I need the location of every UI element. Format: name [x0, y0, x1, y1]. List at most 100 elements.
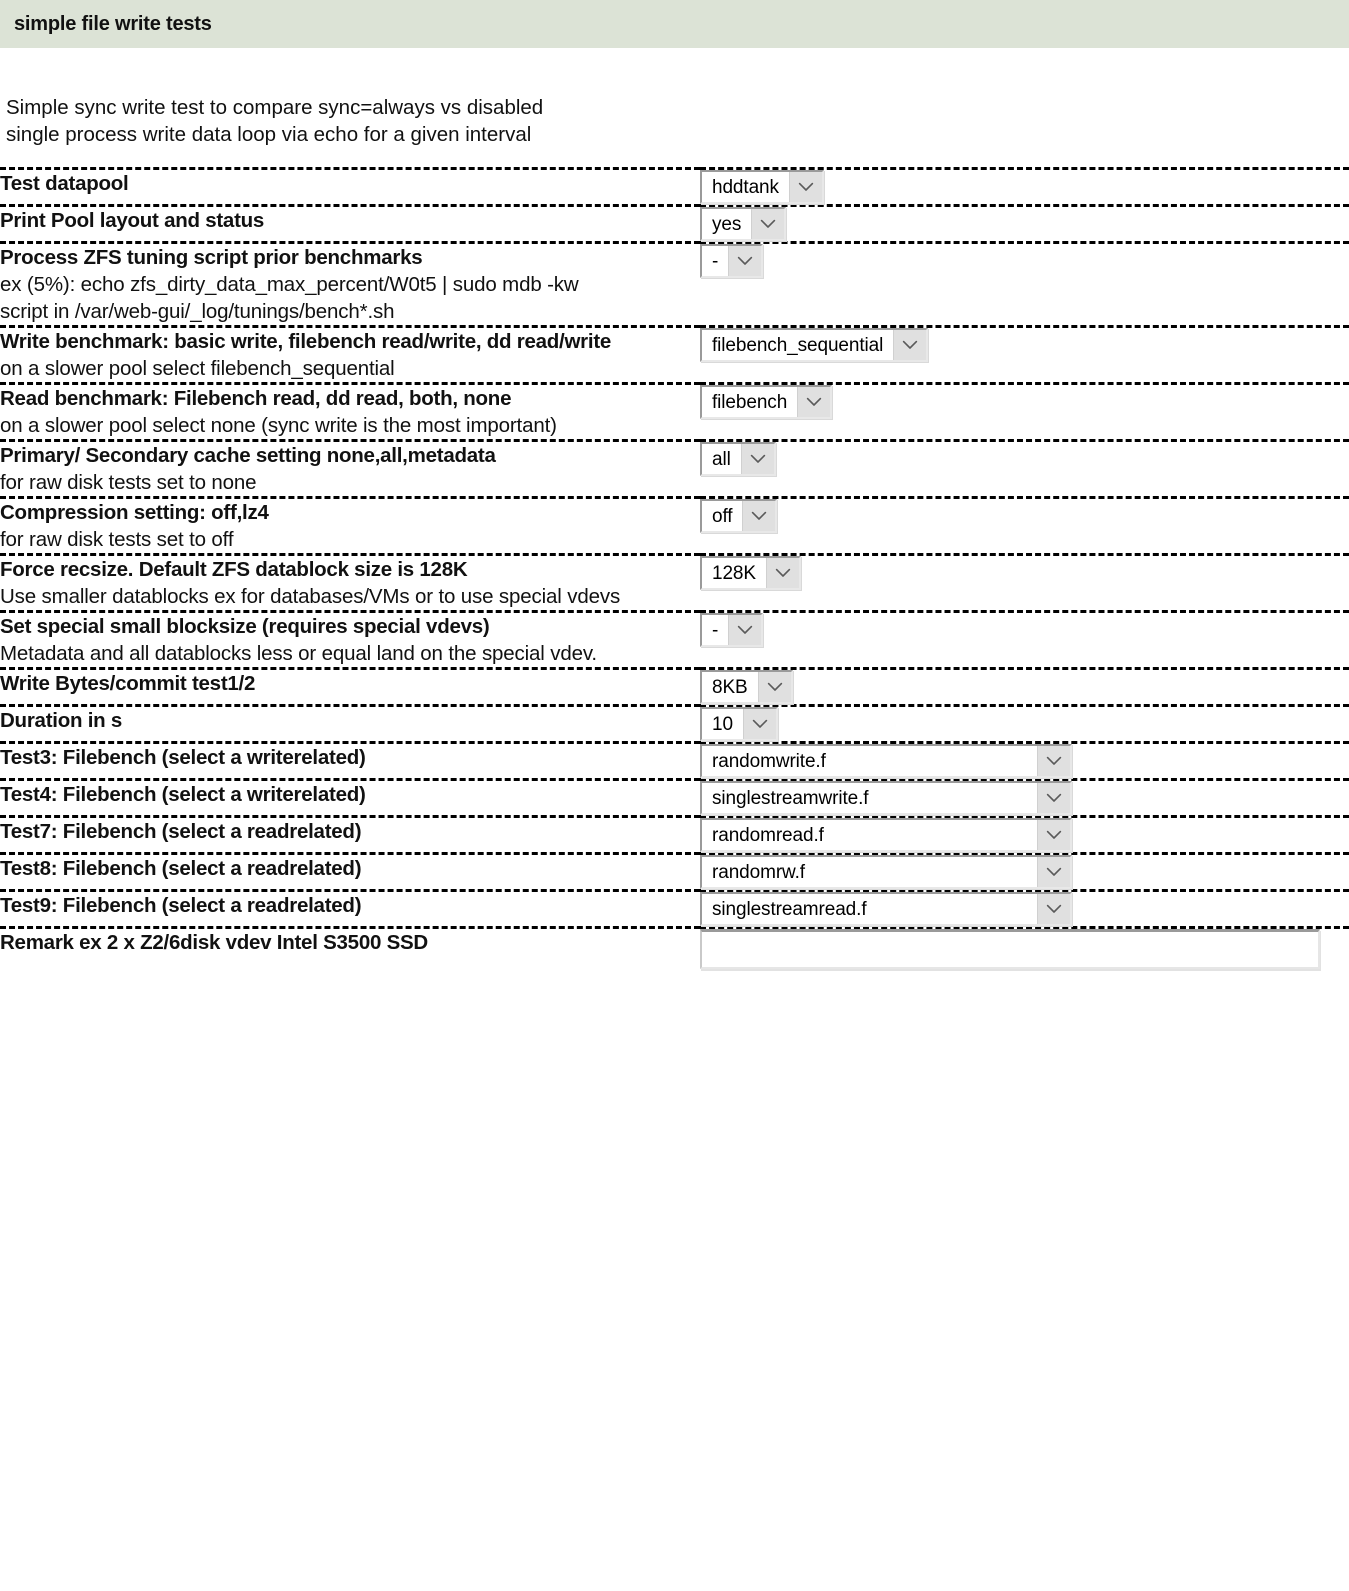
page-header: simple file write tests — [0, 0, 1349, 48]
select-value-test8-filebench: randomrw.f — [702, 857, 1037, 887]
form-row: Test3: Filebench (select a writerelated)… — [0, 741, 1349, 780]
chevron-down-icon[interactable] — [893, 330, 927, 360]
chevron-down-icon[interactable] — [757, 672, 791, 702]
row-label: Test4: Filebench (select a writerelated) — [0, 783, 366, 806]
chevron-down-icon[interactable] — [797, 387, 831, 417]
field-cell-print-pool-layout-and-status: yes — [700, 204, 1349, 243]
row-label: Duration in s — [0, 709, 123, 732]
row-label: Test9: Filebench (select a readrelated) — [0, 894, 362, 917]
row-label: Test8: Filebench (select a readrelated) — [0, 857, 362, 880]
select-value-test7-filebench: randomread.f — [702, 820, 1037, 850]
select-write-bytes-commit[interactable]: 8KB — [700, 670, 793, 704]
row-label: Primary/ Secondary cache setting none,al… — [0, 444, 496, 467]
intro-description: Simple sync write test to compare sync=a… — [0, 48, 1349, 148]
label-cell-special-small-blocksize: Set special small blocksize (requires sp… — [0, 610, 700, 669]
field-cell-process-zfs-tuning-script: - — [700, 241, 1349, 327]
select-read-benchmark[interactable]: filebench — [700, 385, 833, 419]
select-write-benchmark[interactable]: filebench_sequential — [700, 328, 929, 362]
select-test9-filebench[interactable]: singlestreamread.f — [700, 892, 1072, 926]
row-label: Test7: Filebench (select a readrelated) — [0, 820, 362, 843]
chevron-down-icon[interactable] — [742, 501, 776, 531]
select-test3-filebench[interactable]: randomwrite.f — [700, 744, 1072, 778]
select-force-recsize[interactable]: 128K — [700, 556, 801, 590]
field-cell-duration-in-s: 10 — [700, 704, 1349, 743]
label-cell-process-zfs-tuning-script: Process ZFS tuning script prior benchmar… — [0, 241, 700, 327]
field-cell-remark — [700, 926, 1349, 969]
field-cell-test-datapool: hddtank — [700, 167, 1349, 206]
label-cell-remark: Remark ex 2 x Z2/6disk vdev Intel S3500 … — [0, 926, 700, 969]
settings-form-body: Test datapool hddtank Print Pool layout an… — [0, 167, 1349, 969]
select-compression-setting[interactable]: off — [700, 499, 778, 533]
select-print-pool-layout-and-status[interactable]: yes — [700, 207, 787, 241]
chevron-down-icon[interactable] — [751, 209, 785, 239]
row-label: Write benchmark: basic write, filebench … — [0, 330, 612, 353]
form-row: Write benchmark: basic write, filebench … — [0, 325, 1349, 384]
select-value-primary-secondary-cache-setting: all — [702, 444, 741, 474]
select-value-test3-filebench: randomwrite.f — [702, 746, 1037, 776]
select-test4-filebench[interactable]: singlestreamwrite.f — [700, 781, 1072, 815]
label-cell-test8-filebench: Test8: Filebench (select a readrelated) — [0, 852, 700, 891]
row-label: Test datapool — [0, 172, 129, 195]
select-value-write-bytes-commit: 8KB — [702, 672, 758, 702]
chevron-down-icon[interactable] — [765, 558, 799, 588]
form-row: Duration in s 10 — [0, 704, 1349, 743]
page-title: simple file write tests — [14, 12, 212, 35]
chevron-down-icon[interactable] — [728, 615, 762, 645]
label-cell-read-benchmark: Read benchmark: Filebench read, dd read,… — [0, 382, 700, 441]
select-value-test4-filebench: singlestreamwrite.f — [702, 783, 1037, 813]
row-sublabel: on a slower pool select filebench_sequen… — [0, 357, 395, 380]
form-row: Test7: Filebench (select a readrelated) r… — [0, 815, 1349, 854]
select-value-test-datapool: hddtank — [702, 172, 789, 202]
field-cell-test9-filebench: singlestreamread.f — [700, 889, 1349, 928]
intro-line-1: Simple sync write test to compare sync=a… — [6, 96, 544, 119]
chevron-down-icon[interactable] — [788, 172, 822, 202]
form-row: Compression setting: off,lz4 for raw disk… — [0, 496, 1349, 555]
row-sublabel: ex (5%): echo zfs_dirty_data_max_percent… — [0, 273, 579, 323]
select-test-datapool[interactable]: hddtank — [700, 170, 824, 204]
form-row: Process ZFS tuning script prior benchmar… — [0, 241, 1349, 327]
row-label: Set special small blocksize (requires sp… — [0, 615, 490, 638]
form-row: Read benchmark: Filebench read, dd read,… — [0, 382, 1349, 441]
select-primary-secondary-cache-setting[interactable]: all — [700, 442, 776, 476]
row-sublabel: on a slower pool select none (sync write… — [0, 414, 557, 437]
select-test7-filebench[interactable]: randomread.f — [700, 818, 1072, 852]
select-duration-in-s[interactable]: 10 — [700, 707, 778, 741]
form-row: Test4: Filebench (select a writerelated)… — [0, 778, 1349, 817]
row-sublabel: for raw disk tests set to none — [0, 471, 257, 494]
label-cell-test7-filebench: Test7: Filebench (select a readrelated) — [0, 815, 700, 854]
form-row: Print Pool layout and status yes — [0, 204, 1349, 243]
field-cell-force-recsize: 128K — [700, 553, 1349, 612]
field-cell-write-benchmark: filebench_sequential — [700, 325, 1349, 384]
form-row: Test8: Filebench (select a readrelated) r… — [0, 852, 1349, 891]
row-sublabel: for raw disk tests set to off — [0, 528, 234, 551]
select-special-small-blocksize[interactable]: - — [700, 613, 764, 647]
chevron-down-icon[interactable] — [728, 246, 762, 276]
label-cell-test4-filebench: Test4: Filebench (select a writerelated) — [0, 778, 700, 817]
field-cell-compression-setting: off — [700, 496, 1349, 555]
chevron-down-icon[interactable] — [1037, 783, 1070, 813]
label-cell-primary-secondary-cache-setting: Primary/ Secondary cache setting none,al… — [0, 439, 700, 498]
select-value-special-small-blocksize: - — [702, 615, 729, 645]
form-row: Write Bytes/commit test1/2 8KB — [0, 667, 1349, 706]
form-row: Test9: Filebench (select a readrelated) s… — [0, 889, 1349, 928]
row-label: Force recsize. Default ZFS datablock siz… — [0, 558, 468, 581]
text-input-remark[interactable] — [700, 929, 1320, 969]
intro-line-2: single process write data loop via echo … — [6, 123, 532, 146]
select-value-compression-setting: off — [702, 501, 743, 531]
select-test8-filebench[interactable]: randomrw.f — [700, 855, 1072, 889]
label-cell-compression-setting: Compression setting: off,lz4 for raw disk… — [0, 496, 700, 555]
label-cell-test3-filebench: Test3: Filebench (select a writerelated) — [0, 741, 700, 780]
chevron-down-icon[interactable] — [1037, 894, 1070, 924]
select-value-read-benchmark: filebench — [702, 387, 798, 417]
label-cell-test9-filebench: Test9: Filebench (select a readrelated) — [0, 889, 700, 928]
select-process-zfs-tuning-script[interactable]: - — [700, 244, 764, 278]
chevron-down-icon[interactable] — [1037, 857, 1070, 887]
select-value-duration-in-s: 10 — [702, 709, 743, 739]
chevron-down-icon[interactable] — [1037, 820, 1070, 850]
row-label: Print Pool layout and status — [0, 209, 265, 232]
form-row: Remark ex 2 x Z2/6disk vdev Intel S3500 … — [0, 926, 1349, 969]
chevron-down-icon[interactable] — [1037, 746, 1070, 776]
chevron-down-icon[interactable] — [742, 709, 776, 739]
chevron-down-icon[interactable] — [740, 444, 774, 474]
row-label: Compression setting: off,lz4 — [0, 501, 269, 524]
